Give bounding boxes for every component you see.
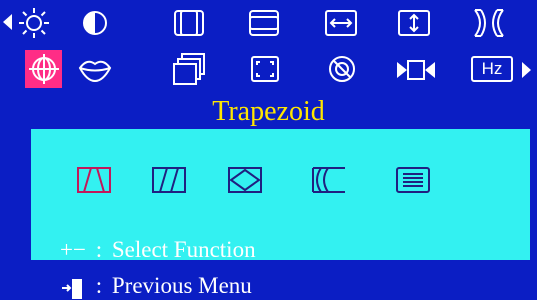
help-back-line: : Previous Menu — [60, 272, 252, 300]
pin-balance-option-icon[interactable] — [311, 165, 347, 195]
h-position-icon[interactable] — [323, 6, 359, 40]
plus-minus-keys: +− — [60, 237, 86, 262]
contrast-icon[interactable] — [80, 8, 110, 38]
v-size-icon[interactable] — [247, 6, 281, 40]
help-back-text: Previous Menu — [111, 273, 252, 298]
pincushion-icon[interactable] — [471, 6, 507, 40]
h-size-icon[interactable] — [172, 6, 206, 40]
recall-icon[interactable] — [395, 58, 437, 82]
linearity-icon[interactable] — [395, 165, 431, 195]
parallelogram-option-icon[interactable] — [151, 165, 187, 195]
moire-icon[interactable] — [77, 54, 113, 84]
arrow-left-icon[interactable] — [0, 8, 16, 36]
help-select-text: Select Function — [111, 237, 256, 262]
v-position-icon[interactable] — [396, 6, 432, 40]
rotation-icon[interactable] — [227, 165, 263, 195]
help-separator: : — [95, 237, 103, 262]
help-select-line: +− : Select Function — [60, 236, 256, 264]
degauss-icon[interactable] — [327, 54, 357, 84]
arrow-right-icon[interactable] — [518, 56, 534, 84]
submenu-title: Trapezoid — [212, 96, 325, 127]
help-separator: : — [95, 273, 103, 298]
parallelogram-icon[interactable] — [172, 52, 206, 88]
trapezoid-icon[interactable] — [76, 165, 112, 195]
frequency-label: Hz — [481, 59, 503, 78]
exit-icon — [60, 277, 86, 299]
zoom-icon[interactable] — [250, 54, 280, 84]
frequency-icon[interactable]: Hz — [471, 56, 513, 82]
brightness-icon[interactable] — [17, 6, 51, 40]
pin-balance-icon[interactable] — [27, 52, 61, 86]
